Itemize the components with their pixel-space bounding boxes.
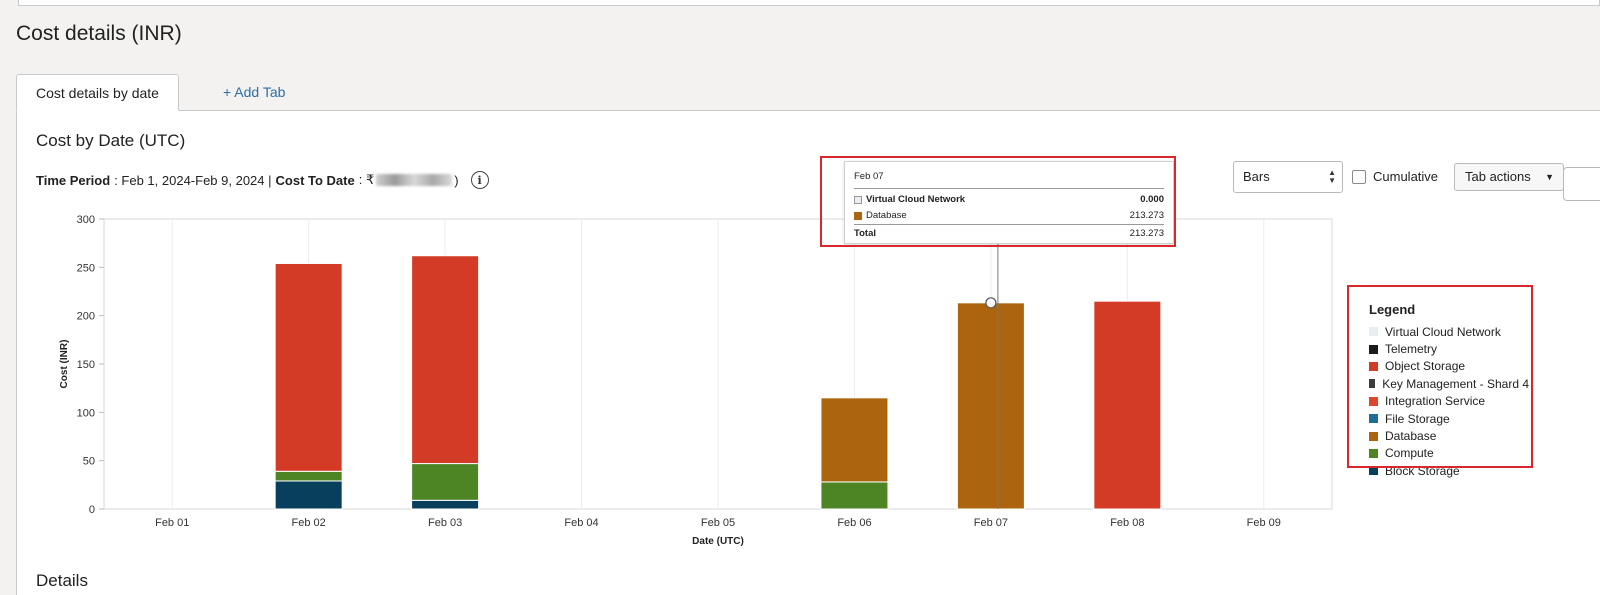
bar-segment [411, 499, 480, 510]
tooltip-row: Virtual Cloud Network 0.000 [854, 193, 1164, 206]
hover-marker [985, 297, 997, 309]
legend-swatch [1369, 379, 1376, 389]
x-tick-label: Feb 06 [837, 517, 871, 529]
x-tick-label: Feb 01 [155, 517, 189, 529]
tooltip-total-label: Total [854, 228, 876, 239]
legend-item-label: Block Storage [1385, 463, 1460, 478]
bar-segment [820, 481, 889, 510]
tooltip-series-name: Virtual Cloud Network [866, 194, 966, 205]
legend-swatch [1369, 396, 1378, 406]
bar-segment [411, 255, 480, 465]
tab-cost-details-by-date[interactable]: Cost details by date [16, 74, 179, 111]
legend-item[interactable]: File Storage [1369, 410, 1529, 427]
page-title: Cost details (INR) [16, 22, 182, 45]
y-tick-label: 100 [77, 407, 95, 419]
bar-segment [274, 262, 343, 472]
tooltip-total-row: Total 213.273 [854, 228, 1164, 242]
legend-item[interactable]: Object Storage [1369, 358, 1529, 375]
legend-item[interactable]: Integration Service [1369, 393, 1529, 410]
legend-swatch [1369, 448, 1378, 458]
legend-item[interactable]: Compute [1369, 445, 1529, 462]
chart-tooltip: Feb 07 Virtual Cloud Network 0.000 Datab… [844, 161, 1174, 244]
bar-segment [820, 397, 889, 483]
bar-segment [274, 470, 343, 482]
y-tick-label: 0 [89, 504, 95, 516]
y-tick-label: 300 [77, 214, 95, 226]
x-tick-label: Feb 07 [974, 517, 1008, 529]
x-tick-label: Feb 05 [701, 517, 735, 529]
legend-title: Legend [1369, 302, 1416, 317]
y-tick-label: 150 [77, 359, 95, 371]
x-tick-label: Feb 03 [428, 517, 462, 529]
legend-item-label: Telemetry [1385, 342, 1438, 357]
legend-item[interactable]: Database [1369, 427, 1529, 444]
x-axis-title: Date (UTC) [692, 536, 744, 547]
y-axis-title: Cost (INR) [59, 340, 70, 389]
legend-item[interactable]: Virtual Cloud Network [1369, 323, 1529, 340]
x-tick-label: Feb 02 [292, 517, 326, 529]
tooltip-swatch [854, 211, 862, 220]
legend-item[interactable]: Key Management - Shard 4 [1369, 375, 1529, 392]
legend-item[interactable]: Telemetry [1369, 340, 1529, 357]
legend-item-label: Key Management - Shard 4 [1382, 376, 1529, 391]
legend-swatch [1369, 361, 1378, 371]
tab-bar: Cost details by date + Add Tab [16, 74, 1600, 111]
legend-item-label: File Storage [1385, 411, 1450, 426]
tooltip-series-name: Database [866, 210, 907, 221]
legend-swatch [1369, 344, 1378, 354]
tab-panel: Cost by Date (UTC) Time Period : Feb 1, … [16, 110, 1600, 595]
legend-swatch [1369, 414, 1378, 424]
tooltip-total-value: 213.273 [1129, 228, 1164, 239]
x-tick-label: Feb 09 [1247, 517, 1281, 529]
x-tick-label: Feb 08 [1110, 517, 1144, 529]
add-tab-link[interactable]: + Add Tab [204, 74, 304, 111]
legend-item-label: Integration Service [1385, 394, 1486, 409]
y-tick-label: 50 [83, 456, 95, 468]
x-tick-label: Feb 04 [564, 517, 598, 529]
legend-swatch [1369, 431, 1378, 441]
y-tick-label: 250 [77, 262, 95, 274]
chart-legend: Legend Virtual Cloud Network Telemetry Obj… [1358, 291, 1529, 480]
tooltip-series-value: 0.000 [1140, 194, 1164, 205]
tooltip-row: Database 213.273 [854, 209, 1164, 222]
details-section-title: Details [36, 571, 88, 590]
bar-segment [411, 463, 480, 501]
bar-segment [1093, 300, 1162, 510]
legend-item-label: Virtual Cloud Network [1385, 324, 1501, 339]
bar-segment [956, 302, 1025, 510]
legend-item-label: Object Storage [1385, 359, 1466, 374]
tooltip-series-value: 213.273 [1129, 210, 1164, 221]
legend-item[interactable]: Block Storage [1369, 462, 1529, 479]
legend-item-label: Database [1385, 429, 1437, 444]
legend-swatch [1369, 327, 1378, 337]
legend-item-label: Compute [1385, 446, 1434, 461]
legend-swatch [1369, 466, 1378, 476]
top-card-edge [18, 0, 1600, 6]
tooltip-date: Feb 07 [854, 171, 1164, 189]
tooltip-divider [854, 224, 1164, 225]
bar-segment [274, 480, 343, 510]
y-tick-label: 200 [77, 311, 95, 323]
legend-items: Virtual Cloud Network Telemetry Object Sto… [1369, 323, 1529, 480]
tooltip-swatch [854, 195, 862, 204]
